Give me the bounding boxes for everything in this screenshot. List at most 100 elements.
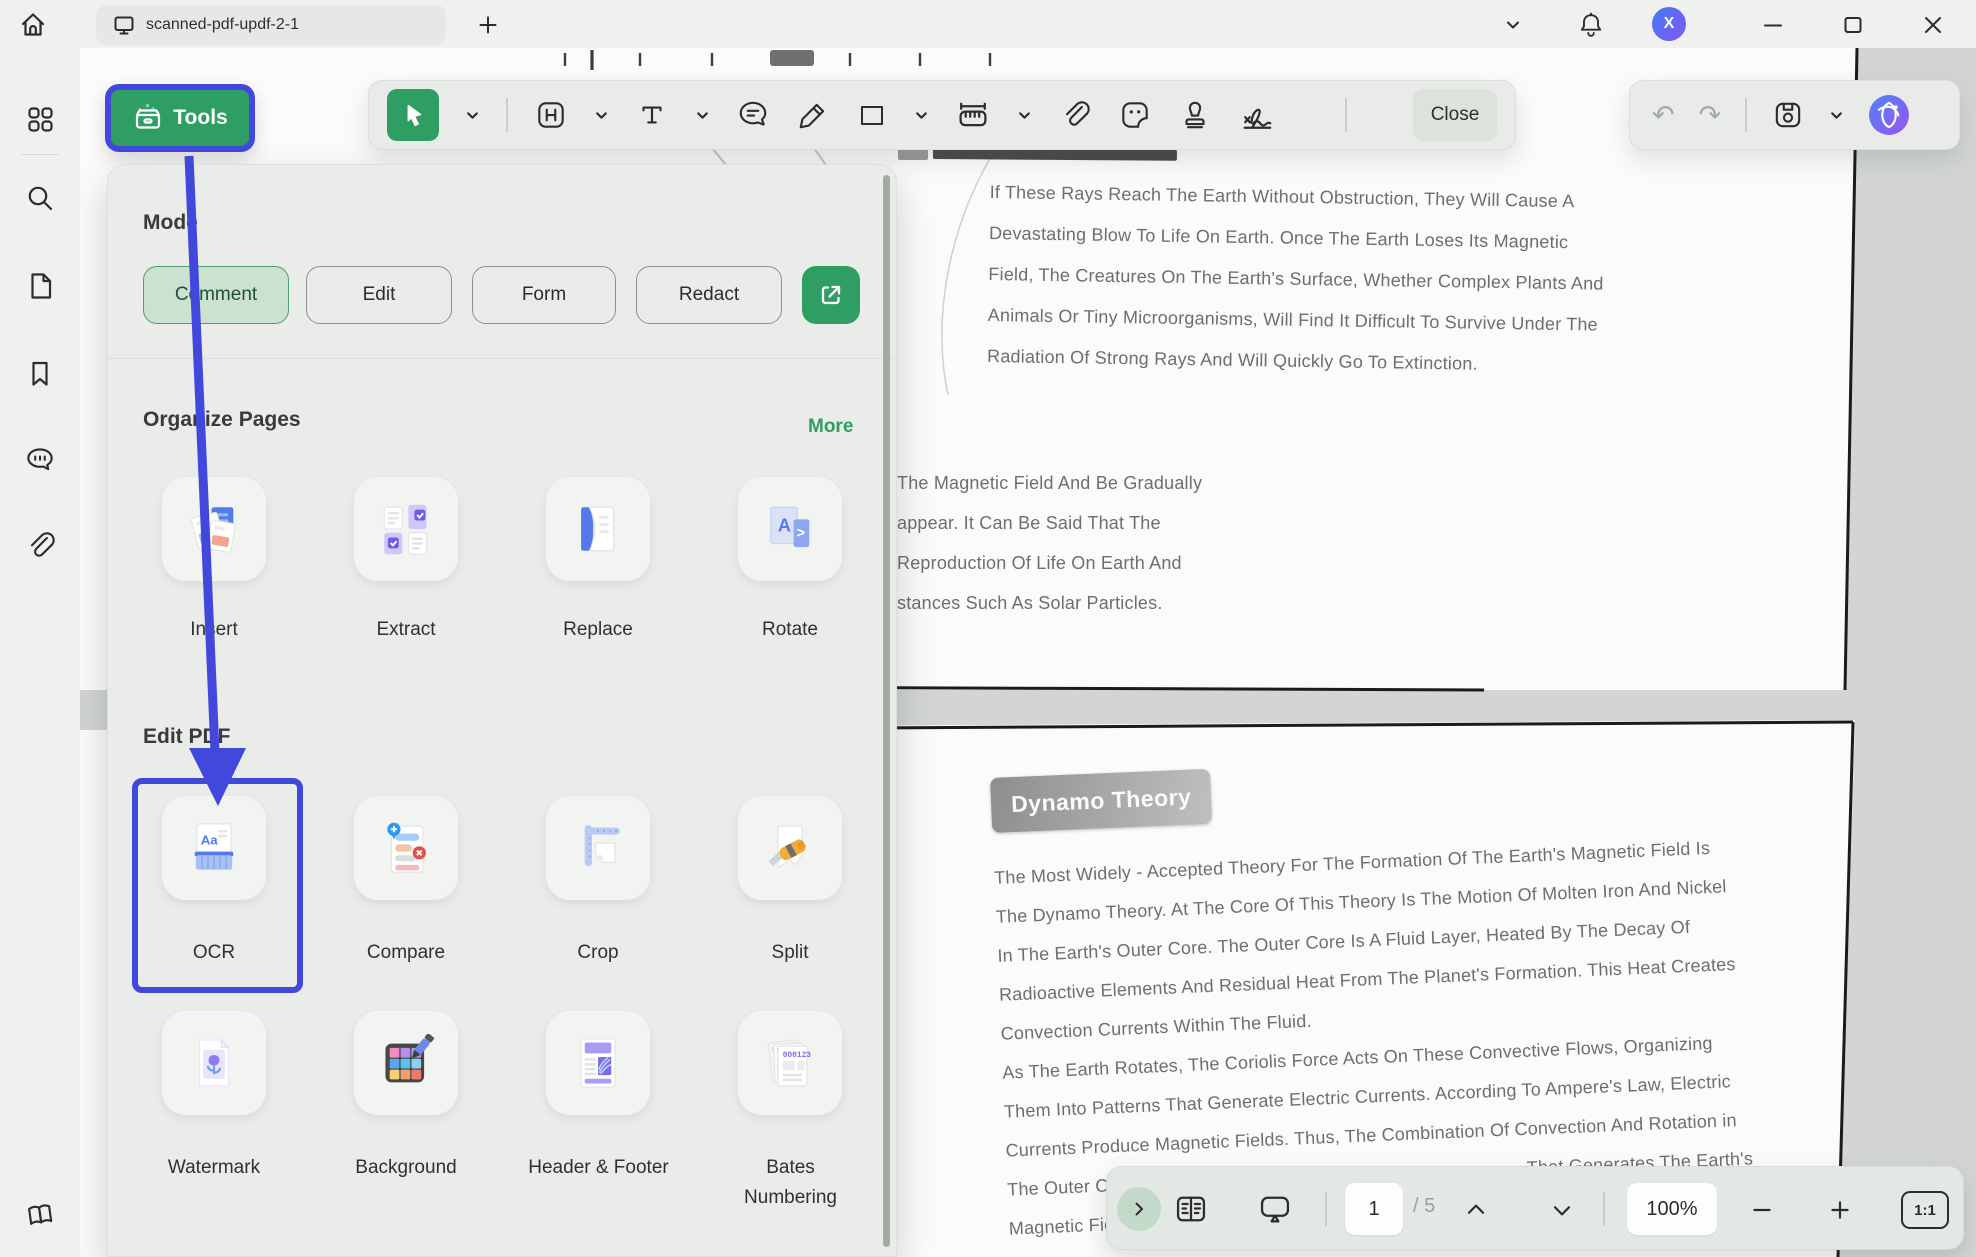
heading-tool-dropdown[interactable] xyxy=(594,108,609,123)
tile-label-bates-numbering[interactable]: Bates Numbering xyxy=(718,1153,863,1213)
tool-tile-insert[interactable] xyxy=(162,477,266,581)
comment-tool-button[interactable] xyxy=(736,98,770,132)
undo-button[interactable]: ↶ xyxy=(1652,102,1675,129)
document-tab-title: scanned-pdf-updf-2-1 xyxy=(146,16,299,34)
tool-tile-bates-numbering[interactable]: 000123 xyxy=(738,1011,842,1115)
tool-tile-replace[interactable] xyxy=(546,477,650,581)
actual-size-button[interactable]: 1:1 xyxy=(1901,1191,1949,1229)
measure-tool-dropdown[interactable] xyxy=(1017,108,1032,123)
mode-redact-button[interactable]: Redact xyxy=(636,266,782,324)
tile-label-watermark[interactable]: Watermark xyxy=(134,1153,294,1183)
page-number-input[interactable]: 1 xyxy=(1345,1183,1403,1235)
stamp-tool-button[interactable] xyxy=(1178,98,1212,132)
tool-tile-background[interactable] xyxy=(354,1011,458,1115)
statusbar-divider xyxy=(1325,1192,1327,1226)
paperclip-icon xyxy=(23,529,57,563)
heading-tool-button[interactable] xyxy=(534,98,568,132)
document-tab[interactable]: scanned-pdf-updf-2-1 xyxy=(96,5,446,45)
notifications-button[interactable] xyxy=(1576,10,1606,40)
previous-page-button[interactable] xyxy=(1459,1193,1493,1227)
mode-form-button[interactable]: Form xyxy=(472,266,616,324)
tile-label-compare[interactable]: Compare xyxy=(326,938,486,968)
text-icon xyxy=(635,98,669,132)
select-tool-button[interactable] xyxy=(387,89,439,141)
doc-line: appear. It Can Be Said That The xyxy=(897,503,1317,543)
text-tool-button[interactable] xyxy=(635,98,669,132)
status-bar: 1 / 5 100% 1:1 xyxy=(1106,1166,1964,1250)
close-toolbar-button[interactable]: Close xyxy=(1413,89,1497,141)
user-avatar[interactable]: X xyxy=(1652,7,1686,41)
window-close-button[interactable] xyxy=(1918,10,1948,40)
mode-edit-button[interactable]: Edit xyxy=(306,266,452,324)
tools-button[interactable]: Tools xyxy=(105,84,255,152)
tool-tile-crop[interactable] xyxy=(546,796,650,900)
comment-bubble-icon xyxy=(736,98,770,132)
organize-more-link[interactable]: More xyxy=(808,416,853,438)
expand-statusbar-button[interactable] xyxy=(1117,1187,1161,1231)
zoom-in-button[interactable] xyxy=(1823,1193,1857,1227)
zoom-out-button[interactable] xyxy=(1745,1193,1779,1227)
tool-tile-split[interactable] xyxy=(738,796,842,900)
svg-text:Aa: Aa xyxy=(201,832,219,847)
tile-label-background[interactable]: Background xyxy=(326,1153,486,1183)
sidebar-comments-button[interactable] xyxy=(23,443,57,477)
svg-text:000123: 000123 xyxy=(783,1051,812,1060)
shape-tool-dropdown[interactable] xyxy=(914,108,929,123)
split-icon xyxy=(761,819,819,877)
window-minimize-button[interactable] xyxy=(1758,10,1788,40)
tile-label-rotate[interactable]: Rotate xyxy=(710,615,870,645)
tool-tile-ocr[interactable]: Aa xyxy=(162,796,266,900)
ai-assistant-button[interactable] xyxy=(1868,94,1910,136)
tool-tile-rotate[interactable]: A > xyxy=(738,477,842,581)
text-tool-dropdown[interactable] xyxy=(695,108,710,123)
tile-label-extract[interactable]: Extract xyxy=(326,615,486,645)
toolbar-divider xyxy=(506,98,508,132)
open-in-new-window-button[interactable] xyxy=(802,266,860,324)
tool-tile-watermark[interactable] xyxy=(162,1011,266,1115)
measure-tool-button[interactable] xyxy=(955,97,991,133)
signature-tool-button[interactable] xyxy=(1238,95,1278,135)
select-tool-dropdown[interactable] xyxy=(465,108,480,123)
sticker-tool-button[interactable] xyxy=(1118,98,1152,132)
mode-comment-button[interactable]: Comment xyxy=(143,266,289,324)
apps-grid-icon xyxy=(24,103,56,135)
tile-label-crop[interactable]: Crop xyxy=(518,938,678,968)
panel-scrollbar[interactable] xyxy=(883,175,890,1247)
bookmark-icon xyxy=(24,358,56,390)
shape-tool-button[interactable] xyxy=(856,99,888,131)
tool-tile-compare[interactable] xyxy=(354,796,458,900)
tile-label-insert[interactable]: Insert xyxy=(134,615,294,645)
window-maximize-button[interactable] xyxy=(1838,10,1868,40)
tile-label-split[interactable]: Split xyxy=(710,938,870,968)
replace-icon xyxy=(569,500,627,558)
tool-tile-header-footer[interactable] xyxy=(546,1011,650,1115)
presentation-mode-button[interactable] xyxy=(1255,1189,1295,1229)
notifications-chevron-button[interactable] xyxy=(1498,10,1528,40)
sidebar-bookmarks-button[interactable] xyxy=(23,357,57,391)
redo-button[interactable]: ↷ xyxy=(1699,102,1722,129)
sidebar-reader-button[interactable] xyxy=(23,1197,57,1231)
ai-assistant-icon xyxy=(1868,94,1910,136)
sidebar-pages-button[interactable] xyxy=(23,269,57,303)
sidebar-apps-grid-button[interactable] xyxy=(23,102,57,136)
zoom-level-input[interactable]: 100% xyxy=(1627,1183,1717,1235)
tile-label-replace[interactable]: Replace xyxy=(518,615,678,645)
svg-text:A: A xyxy=(778,515,791,535)
reader-book-icon xyxy=(23,1197,57,1231)
tile-label-header-footer[interactable]: Header & Footer xyxy=(526,1153,671,1183)
tile-label-ocr[interactable]: OCR xyxy=(134,938,294,968)
close-icon xyxy=(1920,12,1946,38)
reader-view-button[interactable] xyxy=(1171,1189,1211,1229)
new-tab-button[interactable] xyxy=(472,9,504,41)
pencil-tool-button[interactable] xyxy=(796,98,830,132)
tool-tile-extract[interactable] xyxy=(354,477,458,581)
sidebar-search-button[interactable] xyxy=(23,181,57,215)
home-button[interactable] xyxy=(14,6,52,44)
save-dropdown[interactable] xyxy=(1829,108,1844,123)
attachment-tool-button[interactable] xyxy=(1058,98,1092,132)
next-page-button[interactable] xyxy=(1545,1193,1579,1227)
sidebar-attachments-button[interactable] xyxy=(23,529,57,563)
two-page-view-icon xyxy=(1173,1191,1209,1227)
save-button[interactable] xyxy=(1771,98,1805,132)
search-icon xyxy=(24,182,56,214)
